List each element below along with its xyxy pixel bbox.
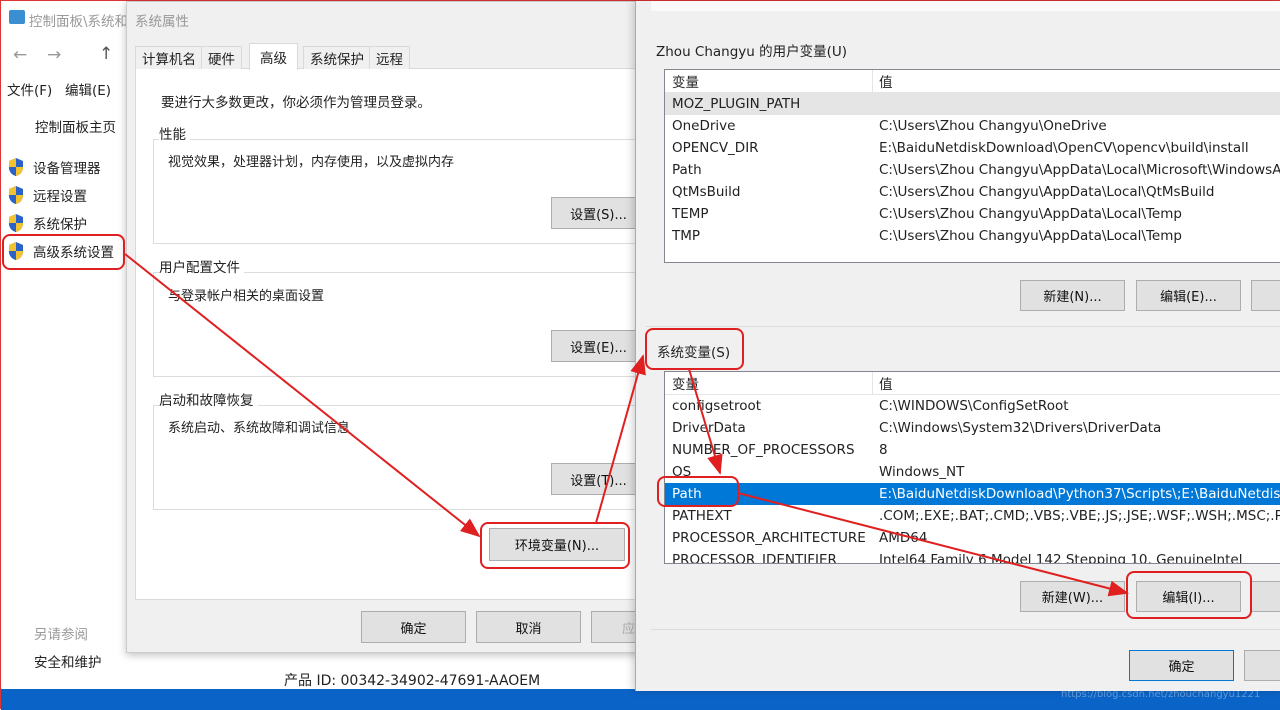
arrow-icon: [688, 368, 723, 475]
highlight-advanced-settings: [2, 234, 125, 270]
arrow-icon: [595, 354, 646, 524]
highlight-edit-button: [1126, 571, 1252, 619]
arrow-icon: [737, 492, 1129, 597]
arrow-icon: [124, 253, 481, 538]
highlight-path-row: [657, 476, 739, 507]
highlight-env-button: [480, 522, 630, 569]
highlight-system-variables: [645, 328, 744, 370]
annotation-overlay: [2, 234, 1252, 619]
